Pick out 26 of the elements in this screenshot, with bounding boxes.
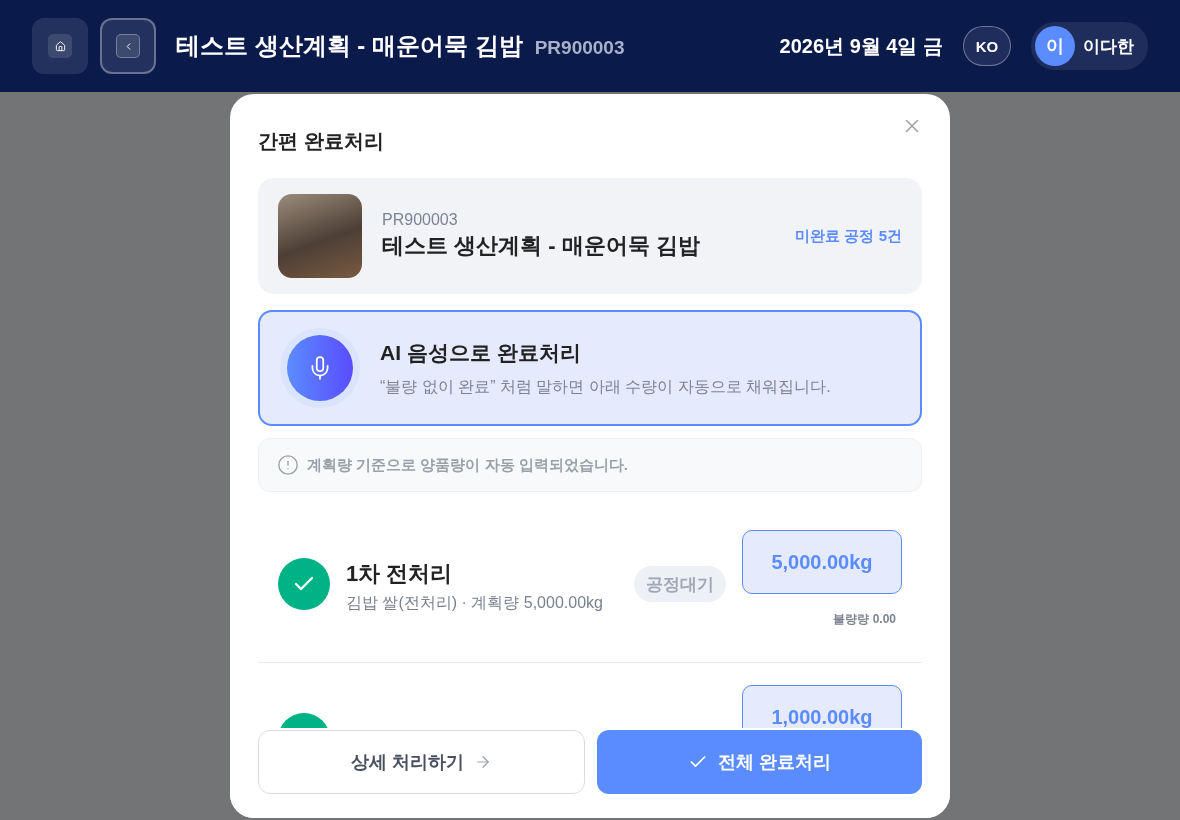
product-name: 테스트 생산계획 - 매운어묵 김밥 [382,232,700,260]
process-detail: 김밥 쌀(전처리) · 계획량 5,000.00kg [346,593,603,613]
avatar-icon: 이 [1035,26,1075,66]
product-code: PR900003 [382,211,458,229]
user-name: 이다한 [1083,35,1134,58]
voice-card[interactable]: AI 음성으로 완료처리 “불량 없이 완료” 처럼 말하면 아래 수량이 자동으로 채워집니다. [258,310,922,426]
arrow-right-icon [474,753,492,771]
home-icon [48,34,72,58]
plan-code: PR900003 [534,37,625,59]
modal-title: 간편 완료처리 [258,129,384,154]
chevron-left-icon [116,34,140,58]
detail-button[interactable]: 상세 처리하기 [258,730,585,794]
home-button[interactable] [32,18,88,74]
voice-title: AI 음성으로 완료처리 [380,339,581,366]
language-button[interactable]: KO [963,26,1011,66]
back-button[interactable] [100,18,156,74]
page-title: 테스트 생산계획 - 매운어묵 김밥 [176,31,523,61]
user-menu[interactable]: 이 이다한 [1031,22,1148,70]
defect-amount: 불량량 0.00 [833,611,896,628]
info-icon [277,454,299,476]
status-badge: 공정대기 [634,566,726,602]
process-name: 1차 전처리 [346,560,453,588]
notice-text: 계획량 기준으로 양품량이 자동 입력되었습니다. [307,455,628,475]
voice-hint: “불량 없이 완료” 처럼 말하면 아래 수량이 자동으로 채워집니다. [380,376,831,397]
pending-count: 미완료 공정 5건 [795,226,902,246]
date-text: 2026년 9월 4일 금 [779,33,943,59]
